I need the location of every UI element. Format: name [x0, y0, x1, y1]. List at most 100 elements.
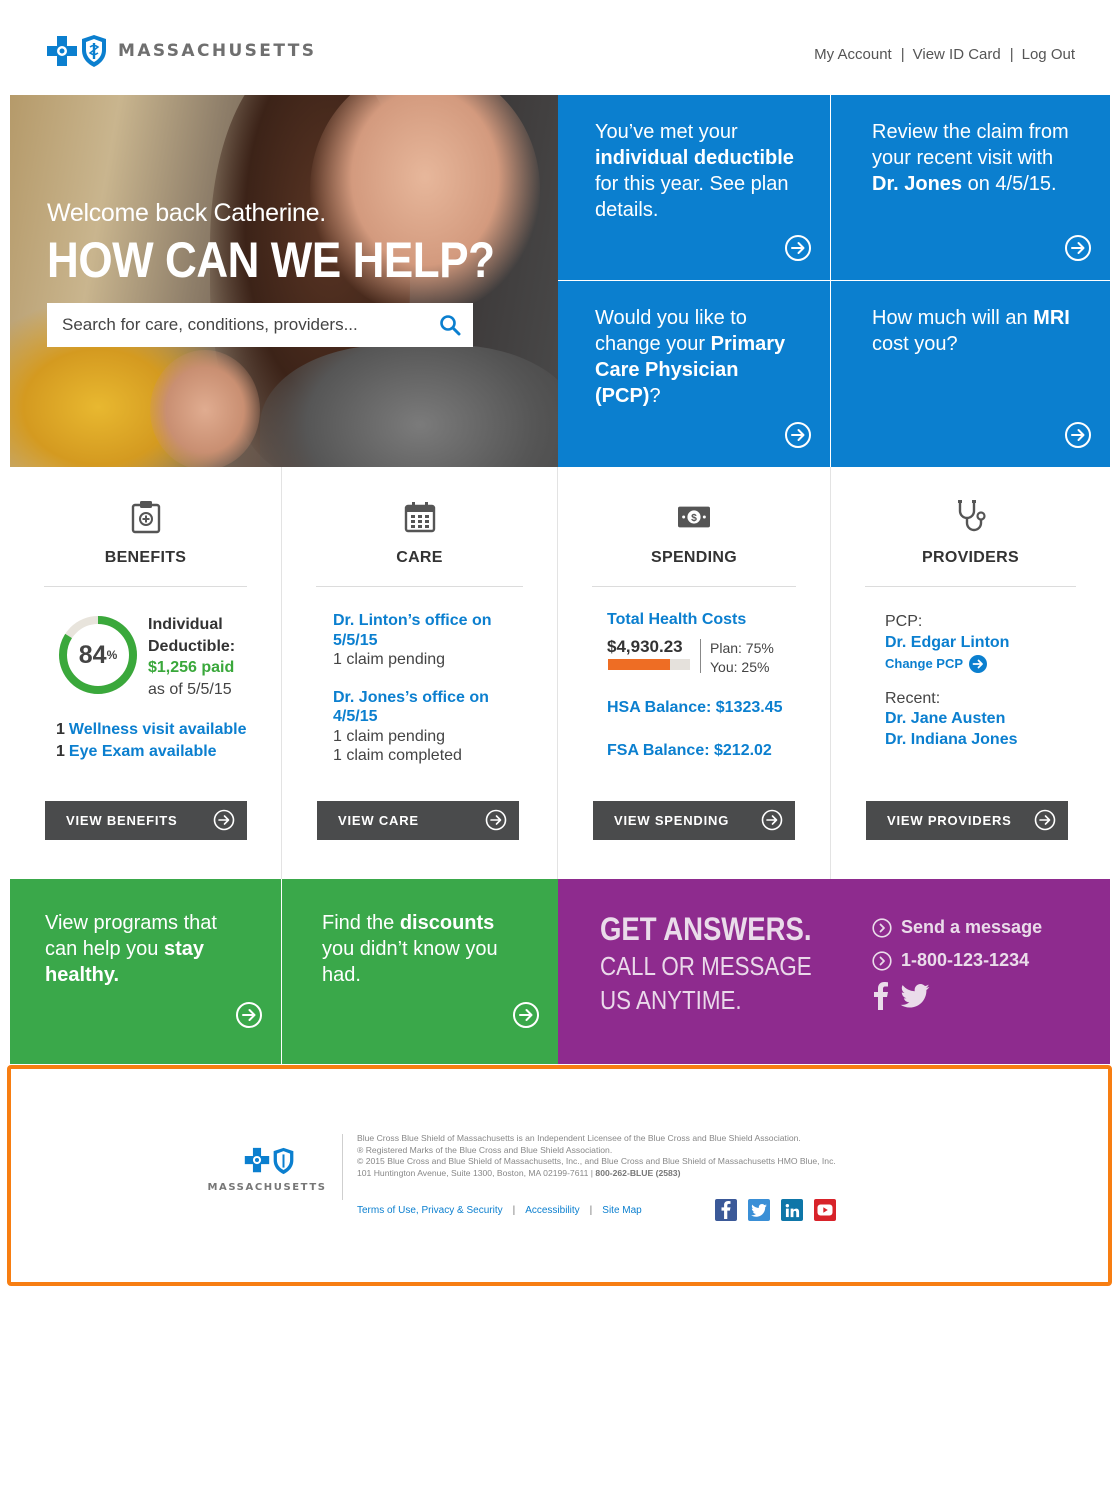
mri-cost-promo-tile[interactable]: How much will an MRI cost you?: [831, 281, 1110, 467]
arrow-right-circle-icon: [761, 809, 783, 831]
arrow-right-circle-icon[interactable]: [784, 234, 812, 262]
claim-status: 1 claim completed: [333, 747, 462, 764]
discounts-tile[interactable]: Find the discounts you didn’t know you h…: [282, 879, 558, 1064]
change-pcp-promo-tile[interactable]: Would you like to change your Primary Ca…: [558, 281, 830, 467]
terms-privacy-link[interactable]: Terms of Use, Privacy & Security: [357, 1205, 503, 1216]
pcp-label: PCP:: [885, 613, 923, 630]
youtube-icon[interactable]: [814, 1199, 836, 1221]
twitter-icon[interactable]: [748, 1199, 770, 1221]
hero-photo-hand: [150, 350, 260, 467]
footer-links: Terms of Use, Privacy & Security | Acces…: [357, 1205, 642, 1216]
button-label: VIEW SPENDING: [614, 813, 730, 828]
send-message-link[interactable]: Send a message: [872, 911, 1042, 944]
footer-logo[interactable]: MASSACHUSETTS: [207, 1147, 327, 1193]
linton-office-link[interactable]: Dr. Linton’s office on 5/5/15: [333, 611, 523, 650]
arrow-right-circle-icon[interactable]: [235, 1001, 263, 1029]
deductible-percent: 84%: [58, 615, 138, 695]
tile-text: Find the: [322, 912, 400, 934]
spending-panel: $ SPENDING Total Health Costs $4,930.23 …: [558, 467, 831, 879]
stethoscope-icon: [955, 499, 987, 535]
search-icon[interactable]: [439, 314, 461, 336]
care-panel: CARE Dr. Linton’s office on 5/5/15 1 cla…: [282, 467, 558, 879]
divider: [342, 1134, 343, 1200]
top-nav: My Account | View ID Card | Log Out: [814, 46, 1075, 63]
footer-phone: 800-262-BLUE (2583): [595, 1167, 681, 1178]
view-care-button[interactable]: VIEW CARE: [317, 801, 519, 840]
linkedin-icon[interactable]: [781, 1199, 803, 1221]
benefits-panel: BENEFITS 84% Individual Deductible: $1,2…: [10, 467, 282, 879]
svg-text:$: $: [691, 513, 697, 524]
nav-separator: |: [900, 46, 905, 63]
providers-title: PROVIDERS: [922, 549, 1019, 566]
benefit-count: 1: [56, 721, 65, 738]
log-out-link[interactable]: Log Out: [1022, 46, 1075, 63]
hsa-balance-link[interactable]: HSA Balance: $1323.45: [607, 699, 783, 717]
hero-banner: Welcome back Catherine. HOW CAN WE HELP?: [10, 95, 558, 467]
legal-line: Blue Cross Blue Shield of Massachusetts …: [357, 1133, 801, 1143]
tile-text-bold: individual deductible: [595, 147, 794, 169]
healthy-programs-tile[interactable]: View programs that can help you stay hea…: [10, 879, 281, 1064]
blue-cross-icon: [244, 1147, 269, 1173]
footer-logo-marks: [211, 1147, 327, 1175]
benefit-item[interactable]: 1 Wellness visit available: [56, 719, 246, 741]
legal-line: ® Registered Marks of the Blue Cross and…: [357, 1144, 613, 1155]
benefit-item[interactable]: 1 Eye Exam available: [56, 741, 246, 763]
fsa-balance-link[interactable]: FSA Balance: $212.02: [607, 742, 772, 760]
divider: [44, 586, 247, 587]
logo-text: MASSACHUSETTS: [118, 41, 317, 61]
claim-review-promo-tile[interactable]: Review the claim from your recent visit …: [831, 95, 1110, 280]
arrow-right-circle-icon[interactable]: [512, 1001, 540, 1029]
nav-separator: |: [1009, 46, 1014, 63]
divider: [316, 586, 523, 587]
hero-search-bar: [47, 303, 473, 347]
benefits-title: BENEFITS: [104, 549, 187, 566]
search-input[interactable]: [62, 315, 422, 335]
percent-sign: %: [106, 648, 118, 662]
tile-text: cost you?: [872, 333, 958, 355]
facebook-icon[interactable]: [874, 982, 888, 1010]
calendar-icon: [404, 499, 436, 535]
claim-status: 1 claim pending: [333, 651, 446, 668]
jones-office-link[interactable]: Dr. Jones’s office on 4/5/15: [333, 688, 523, 727]
arrow-right-circle-icon: [485, 809, 507, 831]
legal-line: © 2015 Blue Cross and Blue Shield of Mas…: [357, 1156, 836, 1167]
bcbs-logo[interactable]: MASSACHUSETTS: [46, 34, 316, 68]
care-title: CARE: [396, 549, 443, 566]
arrow-right-circle-icon[interactable]: [1064, 421, 1092, 449]
arrow-right-circle-icon[interactable]: [784, 421, 812, 449]
change-pcp-link[interactable]: Change PCP: [885, 654, 1017, 675]
accessibility-link[interactable]: Accessibility: [525, 1205, 579, 1216]
divider: [865, 586, 1076, 587]
arrow-right-circle-icon: [969, 655, 988, 674]
twitter-icon[interactable]: [900, 984, 930, 1008]
view-spending-button[interactable]: VIEW SPENDING: [593, 801, 795, 840]
arrow-right-circle-icon[interactable]: [1064, 234, 1092, 262]
claim-group: Dr. Jones’s office on 4/5/15 1 claim pen…: [333, 688, 523, 766]
you-share: You: 25%: [710, 659, 770, 675]
spending-summary: Total Health Costs $4,930.23 Plan: 75% Y…: [607, 611, 783, 759]
my-account-link[interactable]: My Account: [814, 46, 892, 63]
facebook-icon[interactable]: [715, 1199, 737, 1221]
site-map-link[interactable]: Site Map: [602, 1205, 641, 1216]
deductible-label-line1: Individual: [148, 616, 223, 633]
total-health-costs-link[interactable]: Total Health Costs: [607, 611, 746, 629]
clipboard-icon: [130, 499, 162, 535]
wellness-visit-link[interactable]: Wellness visit available: [69, 721, 247, 738]
view-benefits-button[interactable]: VIEW BENEFITS: [45, 801, 247, 840]
deductible-promo-tile[interactable]: You’ve met your individual deductible fo…: [558, 95, 830, 280]
recent-label: Recent:: [885, 689, 941, 707]
change-pcp-label: Change PCP: [885, 656, 964, 671]
tile-text: Review the claim from your recent visit …: [872, 121, 1069, 169]
phone-link[interactable]: 1-800-123-1234: [872, 944, 1042, 977]
recent-provider-link[interactable]: Dr. Indiana Jones: [885, 730, 1017, 751]
eye-exam-link[interactable]: Eye Exam available: [69, 743, 217, 760]
total-amount: $4,930.23: [607, 637, 683, 656]
pcp-name-link[interactable]: Dr. Edgar Linton: [885, 633, 1017, 654]
view-providers-button[interactable]: VIEW PROVIDERS: [866, 801, 1068, 840]
view-id-card-link[interactable]: View ID Card: [913, 46, 1001, 63]
link-separator: |: [589, 1205, 593, 1216]
deductible-as-of: as of 5/5/15: [148, 680, 232, 698]
button-label: VIEW BENEFITS: [66, 813, 178, 828]
recent-provider-link[interactable]: Dr. Jane Austen: [885, 709, 1017, 730]
blue-shield-icon: [273, 1147, 293, 1175]
